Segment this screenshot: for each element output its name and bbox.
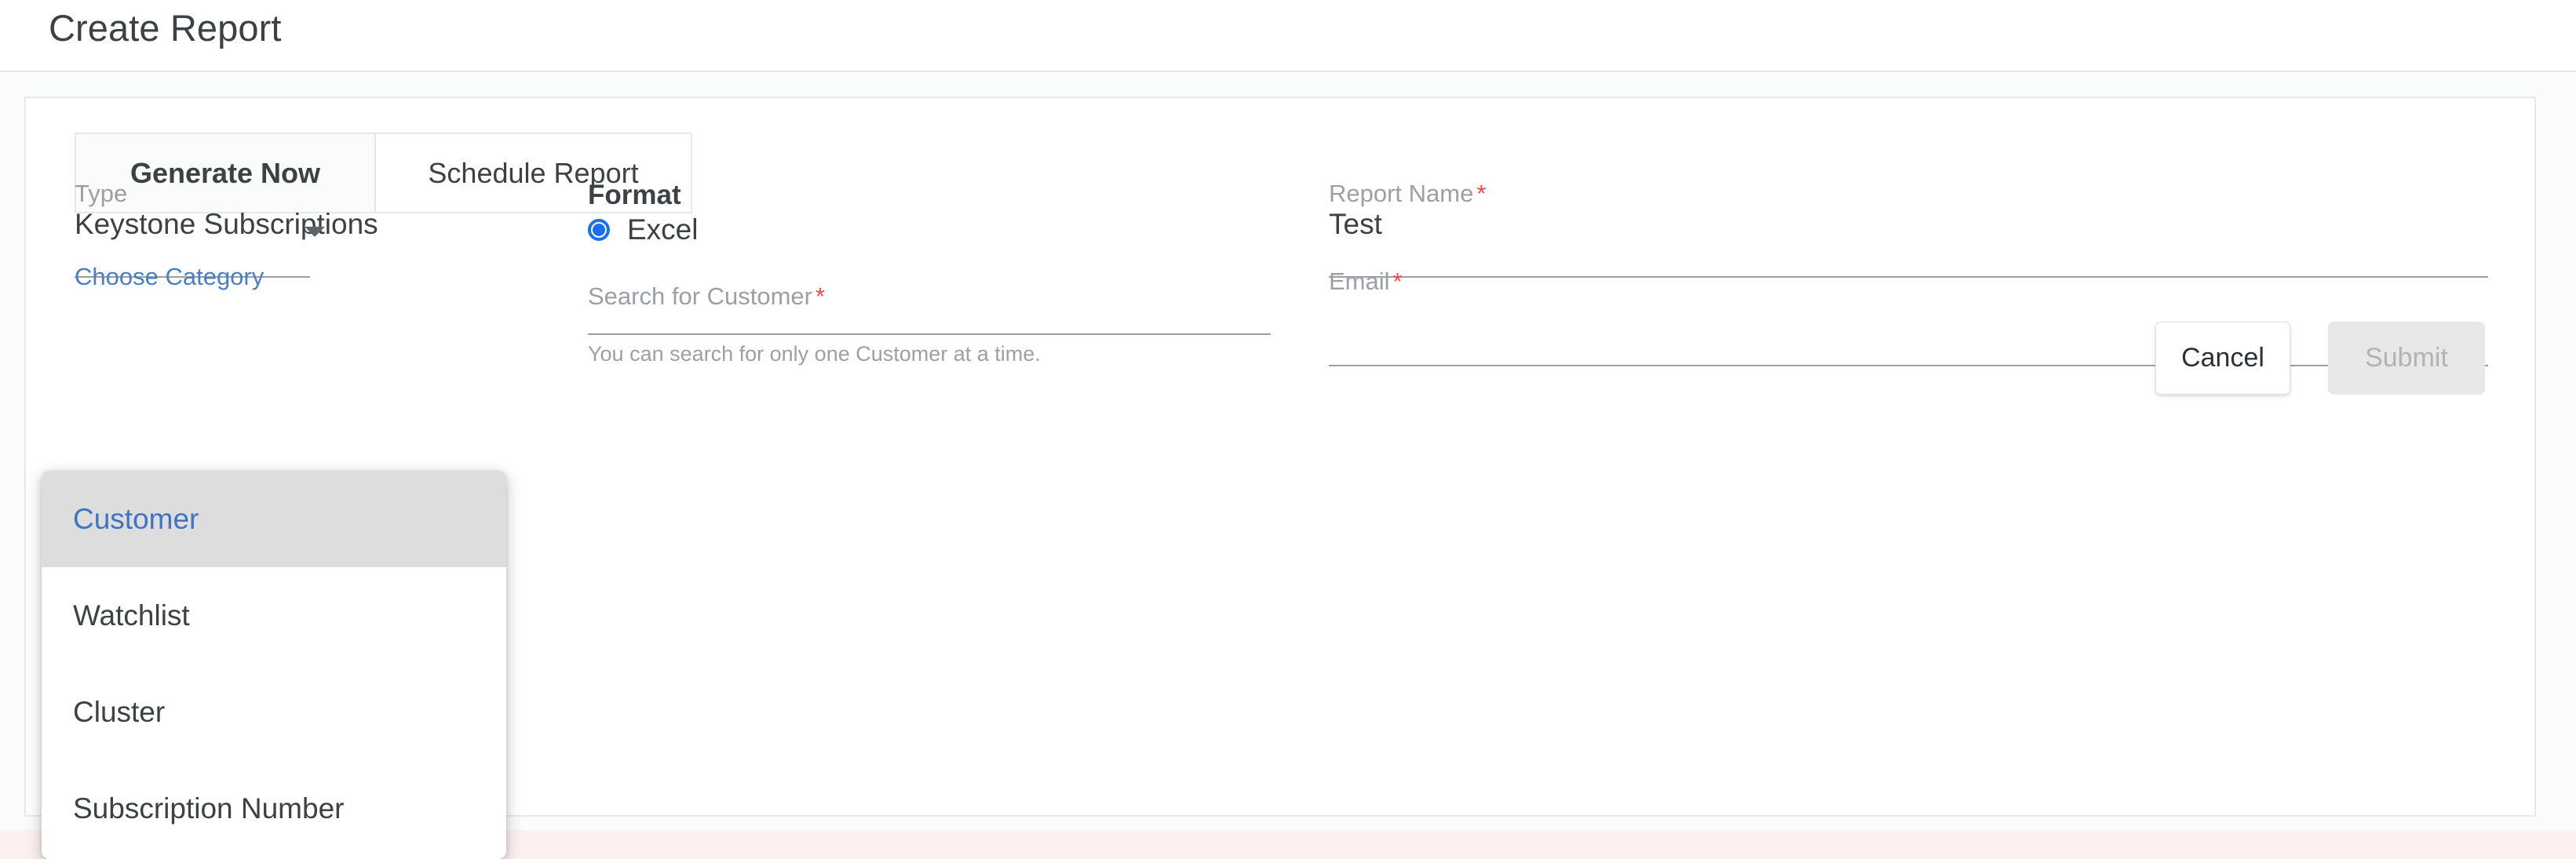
cancel-button-label: Cancel bbox=[2181, 343, 2264, 373]
category-dropdown-menu[interactable]: Customer Watchlist Cluster Subscription … bbox=[42, 471, 506, 859]
category-option-customer-label: Customer bbox=[73, 502, 199, 535]
category-option-watchlist[interactable]: Watchlist bbox=[42, 567, 506, 664]
email-label: Email * bbox=[1329, 268, 1403, 296]
category-option-subscription-number-label: Subscription Number bbox=[73, 792, 345, 824]
report-name-label: Report Name * bbox=[1329, 180, 1486, 208]
page-title: Create Report bbox=[49, 7, 282, 49]
tab-generate-now-label: Generate Now bbox=[130, 156, 321, 189]
report-name-input[interactable]: Test bbox=[1329, 208, 1382, 241]
type-select-value[interactable]: Keystone Subscriptions bbox=[75, 208, 378, 241]
cancel-button[interactable]: Cancel bbox=[2155, 322, 2290, 395]
page-header: Create Report bbox=[0, 0, 2576, 72]
email-required-asterisk: * bbox=[1392, 268, 1403, 295]
radio-inner-dot bbox=[593, 224, 605, 236]
format-radio-excel[interactable]: Excel bbox=[588, 213, 698, 246]
report-name-underline bbox=[1329, 276, 2488, 278]
format-radio-excel-label: Excel bbox=[627, 213, 699, 246]
search-customer-underline[interactable] bbox=[588, 333, 1271, 335]
format-field-label: Format bbox=[588, 180, 681, 210]
category-option-watchlist-label: Watchlist bbox=[73, 599, 190, 632]
category-option-subscription-number[interactable]: Subscription Number bbox=[42, 760, 506, 857]
search-customer-hint: You can search for only one Customer at … bbox=[588, 342, 1041, 366]
radio-selected-icon[interactable] bbox=[588, 219, 610, 241]
submit-button: Submit bbox=[2328, 322, 2485, 395]
category-option-customer[interactable]: Customer bbox=[42, 471, 506, 567]
email-label-text: Email bbox=[1329, 268, 1390, 295]
report-name-label-text: Report Name bbox=[1329, 180, 1474, 207]
search-customer-label: Search for Customer * bbox=[588, 282, 825, 311]
type-field-label: Type bbox=[75, 180, 128, 207]
form-action-buttons: Cancel Submit bbox=[2155, 322, 2485, 395]
submit-button-label: Submit bbox=[2365, 343, 2448, 373]
chevron-down-icon[interactable] bbox=[305, 227, 325, 237]
search-customer-required-asterisk: * bbox=[815, 282, 826, 310]
category-option-cluster[interactable]: Cluster bbox=[42, 664, 506, 760]
search-customer-label-text: Search for Customer bbox=[588, 282, 812, 310]
choose-category-label: Choose Category bbox=[75, 263, 265, 290]
report-name-required-asterisk: * bbox=[1476, 180, 1487, 207]
category-option-cluster-label: Cluster bbox=[73, 695, 166, 728]
